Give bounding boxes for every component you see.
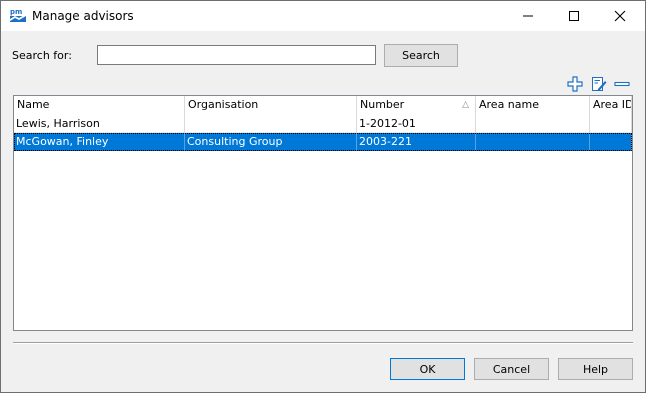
ok-button[interactable]: OK (390, 358, 465, 380)
search-button[interactable]: Search (384, 44, 458, 67)
close-icon (614, 10, 626, 22)
cell-number: 1-2012-01 (357, 115, 476, 133)
table-header: Name Organisation Number △ Area name Are… (14, 96, 632, 115)
edit-icon[interactable] (591, 76, 607, 92)
column-header-number[interactable]: Number △ (357, 96, 476, 115)
cell-organisation: Consulting Group (185, 133, 357, 151)
cell-name: McGowan, Finley (14, 133, 185, 151)
minimize-icon (523, 15, 533, 17)
plus-icon[interactable] (567, 76, 583, 92)
cell-number: 2003-221 (357, 133, 476, 151)
window-title: Manage advisors (32, 9, 134, 23)
column-header-name[interactable]: Name (14, 96, 185, 115)
cell-name: Lewis, Harrison (14, 115, 185, 133)
column-header-organisation[interactable]: Organisation (185, 96, 357, 115)
cell-area-id (590, 115, 632, 133)
table-row[interactable]: Lewis, Harrison 1-2012-01 (14, 115, 632, 133)
separator (13, 342, 633, 344)
pm-logo-icon: pm (10, 8, 26, 22)
search-input[interactable] (97, 45, 376, 65)
column-header-number-label: Number (360, 98, 405, 111)
help-button[interactable]: Help (558, 358, 633, 380)
cell-area-id (590, 133, 632, 151)
cancel-button[interactable]: Cancel (474, 358, 549, 380)
search-label: Search for: (12, 49, 72, 62)
advisors-table: Name Organisation Number △ Area name Are… (13, 95, 633, 331)
column-header-area-name[interactable]: Area name (476, 96, 590, 115)
minus-icon[interactable] (614, 76, 630, 92)
table-row-selected[interactable]: McGowan, Finley Consulting Group 2003-22… (14, 133, 632, 151)
cell-area-name (476, 115, 590, 133)
column-header-area-id[interactable]: Area ID (590, 96, 632, 115)
maximize-icon (569, 11, 579, 21)
manage-advisors-dialog: pm Manage advisors Search for: Search Na… (0, 0, 646, 393)
close-button[interactable] (597, 1, 643, 31)
maximize-button[interactable] (551, 1, 597, 31)
cell-organisation (185, 115, 357, 133)
sort-ascending-icon: △ (462, 100, 469, 110)
minimize-button[interactable] (505, 1, 551, 31)
svg-text:pm: pm (10, 8, 22, 16)
cell-area-name (476, 133, 590, 151)
title-bar: pm Manage advisors (1, 1, 645, 31)
